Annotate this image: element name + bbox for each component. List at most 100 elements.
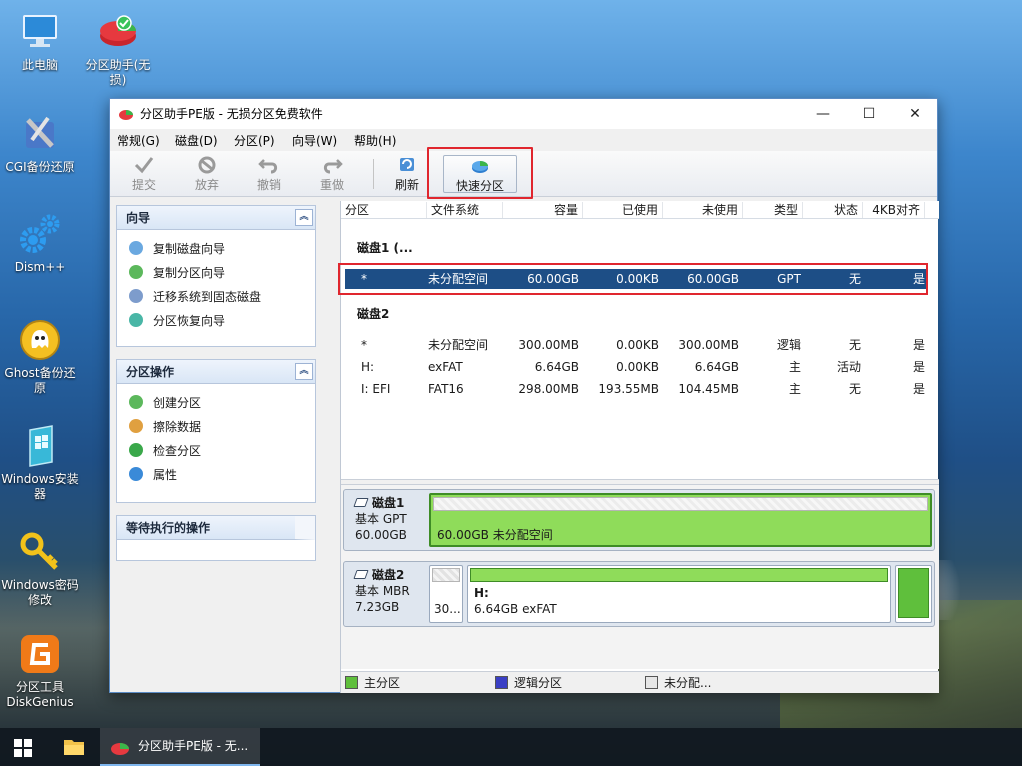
submit-button[interactable]: 提交 bbox=[119, 155, 169, 193]
wizard-partition-recovery[interactable]: 分区恢复向导 bbox=[129, 312, 225, 330]
disk1-label[interactable]: 磁盘1 (... bbox=[357, 239, 413, 256]
usage-bar bbox=[470, 568, 888, 582]
usage-bar bbox=[432, 568, 460, 582]
maximize-button[interactable]: ☐ bbox=[846, 99, 892, 129]
menu-general[interactable]: 常规(G) bbox=[117, 132, 160, 149]
refresh-button[interactable]: 刷新 bbox=[382, 155, 432, 193]
taskbar-partition-assistant[interactable]: 分区助手PE版 - 无... bbox=[100, 728, 260, 766]
collapse-partition-ops-button[interactable]: ︽ bbox=[295, 363, 313, 380]
disk1-name-text: 磁盘1 bbox=[372, 496, 405, 510]
checkmark-icon bbox=[133, 155, 155, 175]
close-button[interactable]: ✕ bbox=[892, 99, 938, 129]
disk2-card[interactable]: 磁盘2 基本 MBR 7.23GB 30... H: 6.64GB exFAT bbox=[343, 561, 935, 627]
start-button[interactable] bbox=[0, 728, 46, 766]
partition-row[interactable]: H: exFAT 6.64GB 0.00KB 6.64GB 主 活动 是 bbox=[345, 357, 927, 377]
partition-assistant-icon bbox=[111, 743, 129, 755]
undo-label: 撤销 bbox=[256, 178, 281, 192]
windows-installer-icon bbox=[18, 424, 62, 468]
desktop-icon-computer[interactable]: 此电脑 bbox=[0, 10, 80, 73]
disk2-h-segment[interactable]: H: 6.64GB exFAT bbox=[467, 565, 891, 623]
check-partition-icon bbox=[129, 443, 143, 457]
desktop-icon-windows-installer[interactable]: Windows安装器 bbox=[0, 424, 80, 502]
col-4kb-align[interactable]: 4KB对齐 bbox=[863, 202, 925, 218]
disk-map: 磁盘1 基本 GPT 60.00GB 60.00GB 未分配空间 磁盘2 基本 … bbox=[341, 485, 939, 669]
op-properties[interactable]: 属性 bbox=[129, 466, 177, 484]
cell-capacity: 298.00MB bbox=[518, 382, 579, 396]
disk1-card[interactable]: 磁盘1 基本 GPT 60.00GB 60.00GB 未分配空间 bbox=[343, 489, 935, 551]
op-create-partition[interactable]: 创建分区 bbox=[129, 394, 201, 412]
op-check-partition[interactable]: 检查分区 bbox=[129, 442, 201, 460]
toolbar-separator bbox=[373, 159, 374, 189]
op-wipe-data[interactable]: 擦除数据 bbox=[129, 418, 201, 436]
col-status[interactable]: 状态 bbox=[803, 202, 863, 218]
legend-primary-label: 主分区 bbox=[364, 676, 401, 690]
cell-status: 活动 bbox=[836, 360, 861, 374]
op-item-label: 属性 bbox=[153, 468, 178, 482]
desktop-icon-label: Windows安装器 bbox=[1, 472, 79, 501]
disk1-unallocated-segment[interactable]: 60.00GB 未分配空间 bbox=[429, 493, 932, 547]
desktop-icon-label: Dism++ bbox=[14, 260, 66, 274]
disk2-unallocated-segment[interactable]: 30... bbox=[429, 565, 463, 623]
partition-list-header: 分区 文件系统 容量 已使用 未使用 类型 状态 4KB对齐 bbox=[341, 201, 939, 219]
col-free[interactable]: 未使用 bbox=[663, 202, 743, 218]
disk2-h-text: 6.64GB exFAT bbox=[474, 602, 557, 616]
wizard-copy-disk[interactable]: 复制磁盘向导 bbox=[129, 240, 225, 258]
disk2-label[interactable]: 磁盘2 bbox=[357, 305, 389, 322]
legend-logical: 逻辑分区 bbox=[495, 675, 562, 691]
undo-button[interactable]: 撤销 bbox=[244, 155, 294, 193]
partition-row[interactable]: I: EFI FAT16 298.00MB 193.55MB 104.45MB … bbox=[345, 379, 927, 399]
legend-logical-label: 逻辑分区 bbox=[514, 676, 563, 690]
wizard-copy-partition[interactable]: 复制分区向导 bbox=[129, 264, 225, 282]
copy-disk-icon bbox=[129, 241, 143, 255]
menu-partition[interactable]: 分区(P) bbox=[234, 132, 275, 149]
desktop-icon-partition-assistant[interactable]: 分区助手(无损) bbox=[78, 10, 158, 88]
disk2-name: 磁盘2 bbox=[353, 567, 426, 583]
menu-help[interactable]: 帮助(H) bbox=[354, 132, 396, 149]
desktop-icon-ghost[interactable]: Ghost备份还原 bbox=[0, 318, 80, 396]
taskbar-file-explorer[interactable] bbox=[52, 728, 96, 766]
partition-area: 分区 文件系统 容量 已使用 未使用 类型 状态 4KB对齐 磁盘1 (... … bbox=[338, 201, 939, 693]
desktop-icon-cgi[interactable]: CGI备份还原 bbox=[0, 112, 80, 175]
refresh-icon bbox=[396, 155, 418, 175]
properties-icon bbox=[129, 467, 143, 481]
partition-row[interactable]: * 未分配空间 300.00MB 0.00KB 300.00MB 逻辑 无 是 bbox=[345, 335, 927, 355]
cell-type: 逻辑 bbox=[776, 338, 801, 352]
disk1-info: 磁盘1 基本 GPT 60.00GB bbox=[344, 490, 426, 543]
disk1-name: 磁盘1 bbox=[353, 495, 426, 511]
discard-label: 放弃 bbox=[194, 178, 219, 192]
menu-disk[interactable]: 磁盘(D) bbox=[175, 132, 218, 149]
wipe-data-icon bbox=[129, 419, 143, 433]
collapse-wizard-button[interactable]: ︽ bbox=[295, 209, 313, 226]
redo-icon bbox=[321, 155, 343, 175]
desktop-icon-label: CGI备份还原 bbox=[5, 160, 75, 174]
redo-button[interactable]: 重做 bbox=[307, 155, 357, 193]
left-panel: 向导 ︽ 复制磁盘向导 复制分区向导 迁移系统到固态磁盘 分区恢复向导 分区操作… bbox=[116, 205, 316, 685]
cell-partition: I: EFI bbox=[361, 382, 391, 396]
legend-unallocated: 未分配... bbox=[645, 675, 711, 691]
cell-align: 是 bbox=[912, 382, 925, 396]
wizard-item-label: 复制磁盘向导 bbox=[153, 242, 226, 256]
migrate-ssd-icon bbox=[129, 289, 143, 303]
cell-free: 104.45MB bbox=[678, 382, 739, 396]
title-bar[interactable]: 分区助手PE版 - 无损分区免费软件 — ☐ ✕ bbox=[110, 99, 937, 129]
col-used[interactable]: 已使用 bbox=[583, 202, 663, 218]
cell-status: 无 bbox=[848, 338, 861, 352]
desktop-icon-password[interactable]: Windows密码修改 bbox=[0, 530, 80, 608]
wizard-migrate-ssd[interactable]: 迁移系统到固态磁盘 bbox=[129, 288, 261, 306]
gears-icon bbox=[18, 212, 62, 256]
disk2-name-text: 磁盘2 bbox=[372, 568, 405, 582]
col-partition[interactable]: 分区 bbox=[341, 202, 427, 218]
minimize-button[interactable]: — bbox=[800, 99, 846, 129]
cell-used: 0.00KB bbox=[616, 338, 659, 352]
discard-button[interactable]: 放弃 bbox=[182, 155, 232, 193]
desktop-icon-diskgenius[interactable]: 分区工具DiskGenius bbox=[0, 632, 80, 710]
col-type[interactable]: 类型 bbox=[743, 202, 803, 218]
desktop-icon-dism[interactable]: Dism++ bbox=[0, 212, 80, 275]
col-capacity[interactable]: 容量 bbox=[503, 202, 583, 218]
cell-partition: * bbox=[361, 338, 367, 352]
cell-align: 是 bbox=[912, 338, 925, 352]
usage-bar bbox=[433, 497, 928, 511]
menu-wizard[interactable]: 向导(W) bbox=[292, 132, 337, 149]
col-filesystem[interactable]: 文件系统 bbox=[427, 202, 503, 218]
disk2-efi-segment[interactable] bbox=[895, 565, 932, 623]
